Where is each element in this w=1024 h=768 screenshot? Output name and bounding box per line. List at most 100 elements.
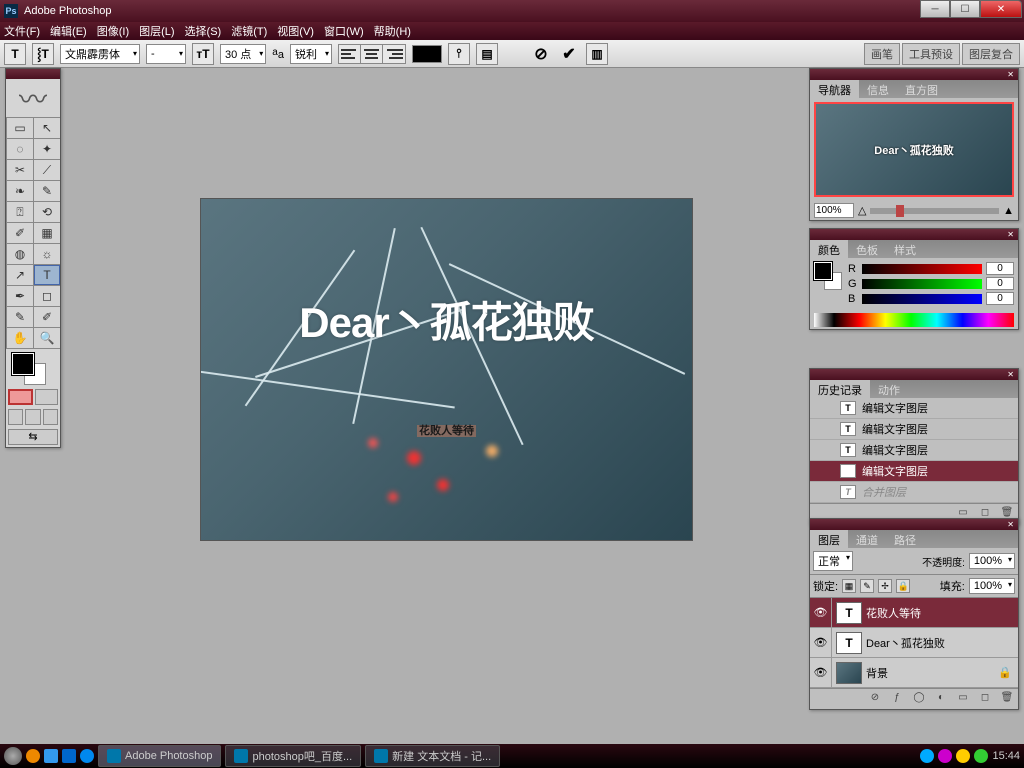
eyedrop-tool[interactable]: ✐ [34,307,60,327]
crop-tool[interactable]: ✂ [7,160,33,180]
menu-item[interactable]: 选择(S) [185,23,222,39]
mask-icon[interactable]: ◯ [911,692,927,706]
notes-tool[interactable]: ✎ [7,307,33,327]
fg-color-swatch[interactable] [814,262,832,280]
screen-mode-2[interactable] [25,409,40,425]
panel-tab[interactable]: 样式 [886,240,924,258]
maximize-button[interactable]: ☐ [950,0,980,18]
tray-icon[interactable] [80,749,94,763]
panel-tab[interactable]: 通道 [848,530,886,548]
color-spectrum[interactable] [814,313,1014,327]
canvas-text-1[interactable]: Dear丶孤花独败 [201,289,692,350]
close-icon[interactable]: ✕ [1007,70,1014,79]
r-input[interactable] [986,262,1014,275]
tray-icon[interactable] [920,749,934,763]
blend-mode-select[interactable]: 正常 [813,551,853,571]
lock-all-icon[interactable]: 🔒 [896,579,910,593]
font-size-select[interactable]: 30 点 [220,44,266,64]
palette-tab[interactable]: 画笔 [864,43,900,65]
taskbar-item[interactable]: 新建 文本文档 - 记... [365,745,500,767]
zoom-slider[interactable] [870,208,999,214]
history-item[interactable]: T编辑文字图层 [810,419,1018,440]
r-slider[interactable] [862,264,982,274]
opacity-input[interactable]: 100% [969,553,1015,569]
toolbox-colors[interactable] [6,349,60,387]
close-icon[interactable]: ✕ [1007,520,1014,529]
marquee-tool[interactable]: ▭ [7,118,33,138]
stamp-tool[interactable]: ⍰ [7,202,33,222]
fill-input[interactable]: 100% [969,578,1015,594]
slice-tool[interactable]: ⟋ [34,160,60,180]
move-tool[interactable]: ↖ [34,118,60,138]
tray-icon[interactable] [26,749,40,763]
screen-mode-1[interactable] [8,409,23,425]
fg-color-swatch[interactable] [12,353,34,375]
tray-icon[interactable] [44,749,58,763]
panel-tab[interactable]: 颜色 [810,240,848,258]
antialias-select[interactable]: 锐利 [290,44,332,64]
start-button[interactable] [4,747,22,765]
link-icon[interactable]: ⊘ [867,692,883,706]
align-right-button[interactable] [383,45,405,63]
close-button[interactable]: ✕ [980,0,1022,18]
palette-button[interactable]: ▥ [586,43,608,65]
panel-tab[interactable]: 路径 [886,530,924,548]
menu-item[interactable]: 图层(L) [139,23,174,39]
history-item[interactable]: T编辑文字图层 [810,461,1018,482]
panel-tab[interactable]: 历史记录 [810,380,870,398]
b-slider[interactable] [862,294,982,304]
clock[interactable]: 15:44 [992,750,1020,762]
eraser-tool[interactable]: ✐ [7,223,33,243]
brush-tool[interactable]: ✎ [34,181,60,201]
taskbar-item[interactable]: Adobe Photoshop [98,745,221,767]
zoom-in-icon[interactable]: ▲ [1003,205,1014,217]
font-style-select[interactable]: - [146,44,186,64]
menu-item[interactable]: 编辑(E) [50,23,87,39]
panel-tab[interactable]: 直方图 [897,80,946,98]
taskbar-item[interactable]: photoshop吧_百度... [225,745,361,767]
g-input[interactable] [986,277,1014,290]
tray-icon[interactable] [956,749,970,763]
history-item[interactable]: T合并图层 [810,482,1018,503]
close-icon[interactable]: ✕ [1007,370,1014,379]
menu-item[interactable]: 窗口(W) [324,23,364,39]
lasso-tool[interactable]: ◌ [7,139,33,159]
b-input[interactable] [986,292,1014,305]
menu-item[interactable]: 滤镜(T) [231,23,267,39]
fx-icon[interactable]: ƒ [889,692,905,706]
tray-icon[interactable] [974,749,988,763]
lock-trans-icon[interactable]: ▦ [842,579,856,593]
warp-text-button[interactable]: ⫯ [448,43,470,65]
layer-row[interactable]: 👁TDear丶孤花独败 [810,628,1018,658]
standard-mode-button[interactable] [8,389,33,405]
commit-icon[interactable]: ✔ [558,43,580,65]
tool-preset-icon[interactable]: T [4,43,26,65]
hand-tool[interactable]: ✋ [7,328,33,348]
g-slider[interactable] [862,279,982,289]
panel-tab[interactable]: 图层 [810,530,848,548]
align-center-button[interactable] [361,45,383,63]
palette-tab[interactable]: 图层复合 [962,43,1020,65]
align-left-button[interactable] [339,45,361,63]
gradient-tool[interactable]: ▦ [34,223,60,243]
panel-tab[interactable]: 动作 [870,380,908,398]
pen-tool[interactable]: ✒ [7,286,33,306]
history-tool[interactable]: ⟲ [34,202,60,222]
history-item[interactable]: T编辑文字图层 [810,398,1018,419]
jump-button[interactable]: ⇆ [8,429,58,445]
font-family-select[interactable]: 文鼎霹雳体 [60,44,140,64]
orientation-icon[interactable]: ⸾T [32,43,54,65]
shape-tool[interactable]: ◻ [34,286,60,306]
panel-tab[interactable]: 色板 [848,240,886,258]
heal-tool[interactable]: ❧ [7,181,33,201]
type-tool[interactable]: T [34,265,60,285]
history-item[interactable]: T编辑文字图层 [810,440,1018,461]
document-canvas[interactable]: Dear丶孤花独败 花败人等待 [200,198,693,541]
adj-icon[interactable]: ◐ [933,692,949,706]
panel-tab[interactable]: 信息 [859,80,897,98]
zoom-input[interactable] [814,203,854,218]
layer-row[interactable]: 👁背景🔒 [810,658,1018,688]
blur-tool[interactable]: ◍ [7,244,33,264]
zoom-out-icon[interactable]: △ [858,204,866,217]
cancel-icon[interactable]: ⊘ [530,43,552,65]
